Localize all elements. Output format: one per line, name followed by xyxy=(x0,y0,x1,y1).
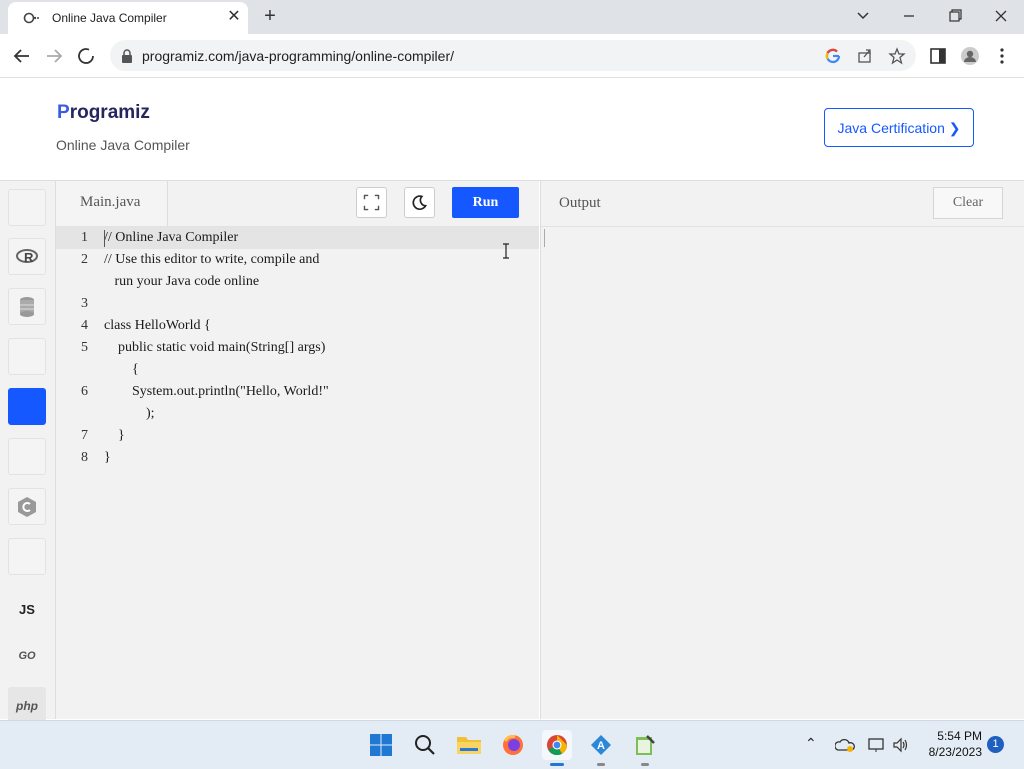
tray-overflow-chevron-icon[interactable]: ⌃ xyxy=(805,735,817,752)
swift-lang-icon[interactable] xyxy=(8,538,46,575)
clock-time[interactable]: 5:54 PM xyxy=(922,729,982,743)
js-lang-icon[interactable]: JS xyxy=(8,591,46,628)
onedrive-warning-icon[interactable] xyxy=(835,738,855,752)
browser-menu-icon[interactable] xyxy=(992,46,1012,66)
browser-tab[interactable]: Online Java Compiler ✕ xyxy=(8,2,248,34)
notification-badge[interactable]: 1 xyxy=(987,736,1004,753)
volume-icon[interactable] xyxy=(892,737,910,753)
dark-mode-moon-icon[interactable] xyxy=(404,187,435,218)
editor-header: Main.java Run xyxy=(56,181,539,227)
new-tab-icon[interactable]: + xyxy=(259,5,281,27)
file-explorer-icon[interactable] xyxy=(454,730,484,760)
programiz-logo[interactable]: Programiz xyxy=(57,102,150,124)
output-caret xyxy=(544,229,545,247)
clock-date[interactable]: 8/23/2023 xyxy=(916,745,982,759)
code-line: 4 class HelloWorld { xyxy=(81,318,211,333)
firefox-icon[interactable] xyxy=(498,730,528,760)
svg-text:A: A xyxy=(597,740,605,752)
chrome-icon[interactable] xyxy=(542,730,572,766)
tab-search-icon[interactable] xyxy=(851,6,875,26)
java-certification-button[interactable]: Java Certification ❯ xyxy=(824,108,974,147)
text-cursor xyxy=(104,230,105,247)
r-logo-icon: R xyxy=(16,248,38,265)
profile-avatar-icon[interactable] xyxy=(960,46,980,66)
browser-toolbar: programiz.com/java-programming/online-co… xyxy=(0,34,1024,78)
php-lang-icon[interactable]: php xyxy=(8,687,46,724)
output-header: Output Clear xyxy=(541,181,1024,227)
c-lang-icon[interactable] xyxy=(8,338,46,375)
restore-icon[interactable] xyxy=(943,6,967,26)
code-line: 5 public static void main(String[] args) xyxy=(81,340,326,355)
language-sidebar: R JS GO php xyxy=(0,181,56,724)
site-header: Programiz Online Java Compiler Java Cert… xyxy=(0,78,1024,181)
close-window-icon[interactable] xyxy=(989,6,1013,26)
share-icon[interactable] xyxy=(856,47,874,65)
address-bar[interactable]: programiz.com/java-programming/online-co… xyxy=(110,40,916,71)
code-line: ); xyxy=(104,406,155,421)
tab-close-icon[interactable]: ✕ xyxy=(226,8,242,26)
code-editor[interactable]: 1// Online Java Compiler 2// Use this ed… xyxy=(56,227,539,719)
bookmark-star-icon[interactable] xyxy=(888,47,906,65)
database-icon xyxy=(20,296,34,317)
output-panel: Output Clear xyxy=(540,181,1024,719)
minimize-icon[interactable] xyxy=(897,6,921,26)
csharp-lang-icon[interactable] xyxy=(8,488,46,525)
code-line: 6 System.out.println("Hello, World!" xyxy=(81,384,329,399)
start-windows-icon[interactable] xyxy=(366,730,396,760)
python-lang-icon[interactable] xyxy=(8,189,46,226)
notepad-app-icon[interactable] xyxy=(630,730,660,766)
google-icon[interactable] xyxy=(824,47,842,65)
clear-button[interactable]: Clear xyxy=(933,187,1003,219)
go-lang-icon[interactable]: GO xyxy=(8,637,46,674)
run-button[interactable]: Run xyxy=(452,187,519,218)
mouse-ibeam-cursor-icon xyxy=(503,243,509,259)
code-line: 2// Use this editor to write, compile an… xyxy=(81,252,320,267)
sql-lang-icon[interactable] xyxy=(8,288,46,325)
svg-text:R: R xyxy=(24,250,34,265)
code-line: 8} xyxy=(81,450,111,465)
browser-tab-strip: Online Java Compiler ✕ + xyxy=(0,0,1024,34)
network-icon[interactable] xyxy=(867,737,887,753)
tab-title: Online Java Compiler xyxy=(52,11,167,25)
r-lang-icon[interactable]: R xyxy=(8,238,46,275)
page-subtitle: Online Java Compiler xyxy=(56,137,190,153)
loading-favicon-icon xyxy=(23,12,39,24)
url-text: programiz.com/java-programming/online-co… xyxy=(142,48,454,64)
cpp-lang-icon[interactable] xyxy=(8,438,46,475)
code-line: run your Java code online xyxy=(104,274,260,289)
lock-icon xyxy=(122,49,132,63)
windows-taskbar: A ⌃ 5:54 PM 8/23/2023 1 xyxy=(0,720,1024,769)
output-title: Output xyxy=(559,195,601,211)
code-line: 7 } xyxy=(81,428,125,443)
side-panel-icon[interactable] xyxy=(928,46,948,66)
forward-arrow-icon[interactable] xyxy=(42,44,66,68)
csharp-logo-icon xyxy=(18,496,36,517)
java-lang-icon[interactable] xyxy=(8,388,46,425)
file-tab-main-java[interactable]: Main.java xyxy=(56,181,168,226)
code-line: 3 xyxy=(81,296,88,311)
fullscreen-icon[interactable] xyxy=(356,187,387,218)
code-line: { xyxy=(104,362,139,377)
code-line: 1// Online Java Compiler xyxy=(56,227,539,249)
stop-loading-icon[interactable] xyxy=(74,44,98,68)
translator-app-icon[interactable]: A xyxy=(586,730,616,766)
back-arrow-icon[interactable] xyxy=(10,44,34,68)
search-icon[interactable] xyxy=(410,730,440,760)
